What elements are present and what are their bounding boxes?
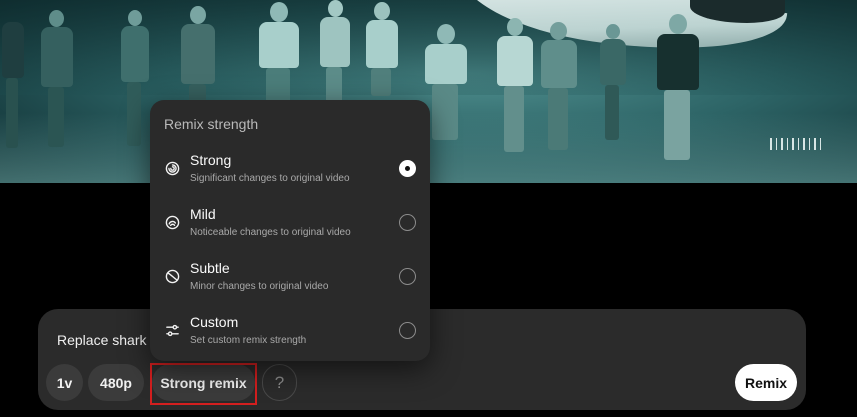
option-label: Mild <box>190 206 216 222</box>
person-silhouette <box>538 22 580 154</box>
person-silhouette <box>38 10 76 150</box>
radio-unselected[interactable] <box>399 268 416 285</box>
option-strong[interactable]: Strong Significant changes to original v… <box>150 150 430 202</box>
option-description: Set custom remix strength <box>190 335 307 346</box>
option-custom[interactable]: Custom Set custom remix strength <box>150 312 430 364</box>
option-subtle[interactable]: Subtle Minor changes to original video <box>150 258 430 310</box>
variation-count-chip[interactable]: 1v <box>46 364 83 401</box>
person-silhouette <box>598 24 628 144</box>
resolution-chip[interactable]: 480p <box>88 364 144 401</box>
mild-swirl-icon <box>164 214 181 231</box>
remix-button[interactable]: Remix <box>735 364 797 401</box>
radio-selected[interactable] <box>399 160 416 177</box>
option-label: Subtle <box>190 260 230 276</box>
video-scrubber-ticks[interactable] <box>770 138 832 150</box>
strong-spiral-icon <box>164 160 181 177</box>
person-silhouette <box>118 10 152 150</box>
menu-title: Remix strength <box>164 116 259 132</box>
option-mild[interactable]: Mild Noticeable changes to original vide… <box>150 204 430 256</box>
person-silhouette <box>362 0 402 100</box>
option-description: Significant changes to original video <box>190 173 350 184</box>
remix-screen: Replace shark v 1v 480p Strong remix ? R… <box>0 0 857 417</box>
radio-unselected[interactable] <box>399 214 416 231</box>
person-silhouette <box>494 18 536 158</box>
prompt-input[interactable]: Replace shark v <box>57 332 157 348</box>
sliders-icon <box>164 322 181 339</box>
person-silhouette <box>0 8 26 158</box>
focus-highlight <box>150 363 257 405</box>
subtle-circle-icon <box>164 268 181 285</box>
option-description: Noticeable changes to original video <box>190 227 351 238</box>
option-label: Strong <box>190 152 232 168</box>
option-label: Custom <box>190 314 239 330</box>
radio-unselected[interactable] <box>399 322 416 339</box>
option-description: Minor changes to original video <box>190 281 329 292</box>
remix-strength-menu: Remix strength Strong Significant change… <box>150 100 430 361</box>
help-icon[interactable]: ? <box>262 364 297 401</box>
person-silhouette <box>654 14 702 164</box>
